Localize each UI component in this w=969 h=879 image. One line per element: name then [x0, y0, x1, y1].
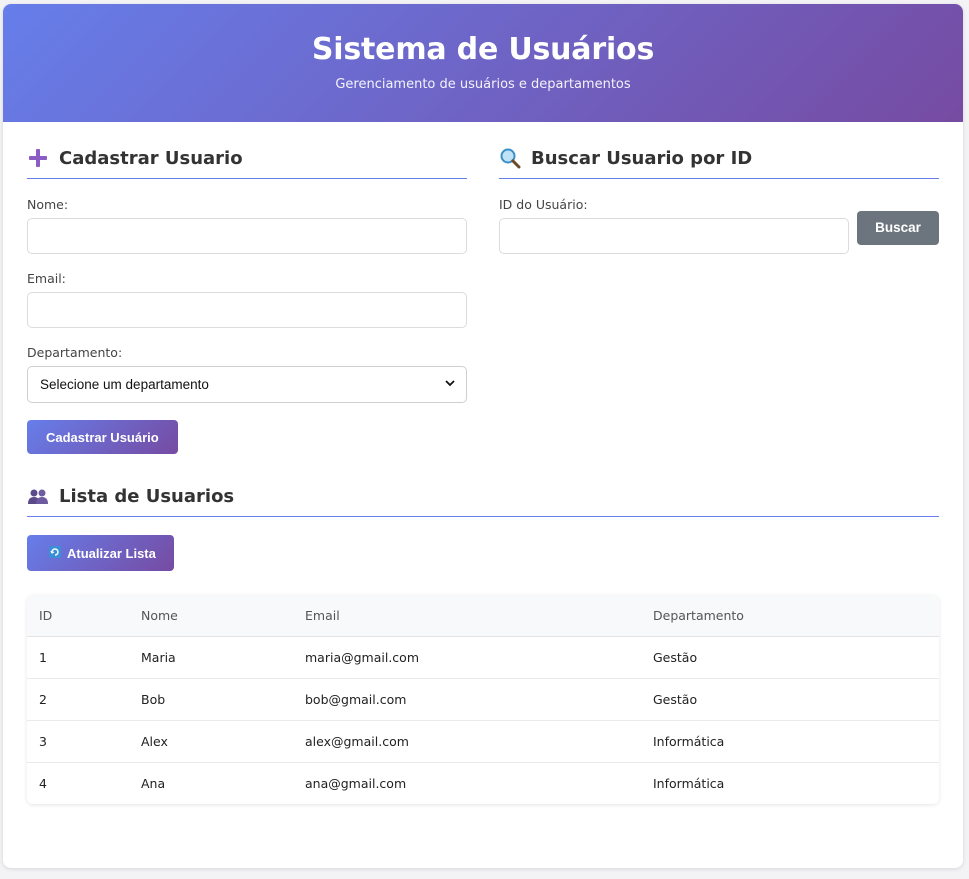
email-input[interactable]	[27, 292, 467, 328]
page-subtitle: Gerenciamento de usuários e departamento…	[335, 77, 631, 92]
cell-email: bob@gmail.com	[293, 678, 641, 721]
table-row: 2 Bob bob@gmail.com Gestão	[27, 678, 939, 721]
magnifier-icon	[499, 147, 521, 169]
refresh-icon	[49, 545, 61, 561]
name-label: Nome:	[27, 197, 69, 212]
email-label: Email:	[27, 271, 66, 286]
name-input[interactable]	[27, 218, 467, 254]
cell-id: 1	[27, 636, 129, 679]
department-selected-value: Selecione um departamento	[40, 377, 209, 392]
cell-id: 3	[27, 720, 129, 763]
search-section-title: Buscar Usuario por ID	[499, 146, 939, 179]
table-row: 1 Maria maria@gmail.com Gestão	[27, 636, 939, 679]
cell-nome: Bob	[129, 678, 293, 721]
page-header: Sistema de Usuários Gerenciamento de usu…	[3, 4, 963, 122]
users-icon	[27, 485, 49, 507]
plus-icon	[27, 147, 49, 169]
search-section: Buscar Usuario por ID ID do Usuário: Bus…	[499, 146, 939, 454]
column-header-nome: Nome	[129, 595, 293, 637]
chevron-down-icon	[444, 377, 456, 392]
users-list-title: Lista de Usuarios	[27, 484, 939, 517]
page-title: Sistema de Usuários	[311, 32, 655, 67]
user-id-label: ID do Usuário:	[499, 197, 588, 212]
department-label: Departamento:	[27, 345, 123, 360]
cell-email: maria@gmail.com	[293, 636, 641, 679]
cell-email: alex@gmail.com	[293, 720, 641, 763]
cell-departamento: Gestão	[641, 678, 939, 721]
register-section: Cadastrar Usuario Nome: Email: Departame…	[27, 146, 467, 454]
cell-departamento: Informática	[653, 775, 725, 791]
cell-id: 2	[27, 678, 129, 721]
register-section-title: Cadastrar Usuario	[27, 146, 467, 179]
search-title-text: Buscar Usuario por ID	[531, 147, 753, 169]
users-table: ID Nome Email Departamento 1 Maria maria…	[27, 595, 939, 804]
search-button[interactable]: Buscar	[857, 210, 939, 245]
column-header-departamento: Departamento	[641, 595, 939, 637]
table-row: 3 Alex alex@gmail.com Informática	[27, 720, 939, 763]
cell-departamento: Informática	[641, 720, 939, 763]
column-header-id: ID	[27, 595, 129, 637]
users-list-section: Lista de Usuarios Atualizar Lista ID Nom…	[27, 484, 939, 804]
cell-id: 4	[39, 775, 47, 791]
main-content: Cadastrar Usuario Nome: Email: Departame…	[3, 122, 963, 804]
department-select[interactable]: Selecione um departamento	[27, 366, 467, 403]
app-container: Sistema de Usuários Gerenciamento de usu…	[3, 4, 963, 868]
users-list-title-text: Lista de Usuarios	[59, 485, 235, 507]
cell-departamento: Gestão	[641, 636, 939, 679]
cell-nome: Ana	[141, 775, 166, 791]
refresh-list-label: Atualizar Lista	[67, 545, 156, 561]
register-submit-button[interactable]: Cadastrar Usuário	[27, 420, 178, 454]
user-id-input[interactable]	[499, 218, 849, 254]
table-row: 4 Ana ana@gmail.com Informática	[27, 762, 939, 804]
cell-nome: Alex	[129, 720, 293, 763]
refresh-list-button[interactable]: Atualizar Lista	[27, 535, 174, 571]
column-header-email: Email	[293, 595, 641, 637]
table-header-row: ID Nome Email Departamento	[27, 595, 939, 637]
cell-nome: Maria	[129, 636, 293, 679]
cell-email: ana@gmail.com	[305, 775, 407, 791]
register-title-text: Cadastrar Usuario	[59, 147, 243, 169]
